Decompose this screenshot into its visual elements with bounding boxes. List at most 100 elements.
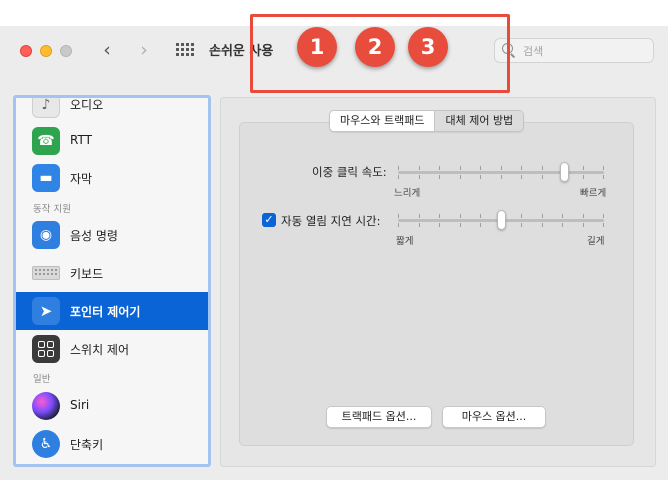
- double-click-speed-label: 이중 클릭 속도:: [312, 165, 387, 179]
- slider-tick: [439, 166, 440, 170]
- sidebar-item-shortcut[interactable]: ♿ 단축키: [16, 425, 208, 463]
- slider-tick: [542, 175, 543, 179]
- sidebar-item-label: 단축키: [70, 438, 104, 452]
- pointer-control-pane: 마우스와 트랙패드 대체 제어 방법 이중 클릭 속도: 느리게 빠르게 ✓ 자…: [220, 97, 656, 467]
- accessibility-window: ‹ › 손쉬운 사용 검색 1 2 3 ♪ 오디오 ☎ RTT ▬ 자막 동작 …: [0, 14, 668, 480]
- slider-tick: [398, 223, 399, 227]
- slider-min-label: 느리게: [394, 188, 421, 199]
- sidebar-item-label: 포인터 제어기: [70, 305, 141, 319]
- sidebar-item-rtt[interactable]: ☎ RTT: [16, 122, 208, 160]
- sidebar-item-label: 키보드: [70, 267, 104, 281]
- sidebar-item-switch-control[interactable]: 스위치 제어: [16, 330, 208, 368]
- slider-tick: [521, 214, 522, 218]
- sidebar-section-general: 일반: [33, 374, 51, 385]
- sidebar-item-label: RTT: [70, 133, 92, 147]
- forward-button[interactable]: ›: [133, 39, 155, 63]
- slider-knob[interactable]: [560, 162, 569, 182]
- slider-tick: [439, 214, 440, 218]
- sidebar-item-voice-control[interactable]: ◉ 음성 명령: [16, 216, 208, 254]
- annotation-badge-3: 3: [408, 27, 448, 67]
- chevron-right-icon: ›: [140, 39, 148, 61]
- slider-tick: [521, 175, 522, 179]
- slider-tick: [542, 214, 543, 218]
- sidebar-item-label: 자막: [70, 172, 93, 186]
- slider-tick: [419, 223, 420, 227]
- spring-loading-delay-slider[interactable]: [398, 210, 604, 230]
- speaker-icon: ♪: [32, 98, 60, 118]
- annotation-badge-1: 1: [297, 27, 337, 67]
- mouse-options-button[interactable]: 마우스 옵션...: [442, 406, 546, 428]
- slider-tick: [603, 175, 604, 179]
- slider-tick: [419, 214, 420, 218]
- slider-tick: [460, 214, 461, 218]
- sidebar-item-audio[interactable]: ♪ 오디오: [16, 98, 208, 123]
- slider-tick: [562, 214, 563, 218]
- slider-tick: [501, 175, 502, 179]
- double-click-speed-slider[interactable]: [398, 162, 604, 182]
- slider-tick: [480, 223, 481, 227]
- spring-loading-delay-label: 자동 열림 지연 시간:: [281, 214, 381, 228]
- captions-icon: ▬: [32, 164, 60, 192]
- sidebar-item-label: 스위치 제어: [70, 343, 130, 357]
- slider-tick: [480, 166, 481, 170]
- sidebar-section-motor: 동작 지원: [33, 204, 71, 215]
- tab-bar: 마우스와 트랙패드 대체 제어 방법: [329, 110, 525, 132]
- sidebar-item-label: Siri: [70, 398, 90, 412]
- settings-box: 이중 클릭 속도: 느리게 빠르게 ✓ 자동 열림 지연 시간: 짧게 길게 트…: [239, 122, 634, 446]
- tab-alternate-control[interactable]: 대체 제어 방법: [434, 111, 524, 131]
- sidebar[interactable]: ♪ 오디오 ☎ RTT ▬ 자막 동작 지원 ◉ 음성 명령 키보드 ➤ 포인터…: [13, 95, 211, 467]
- slider-tick: [501, 166, 502, 170]
- back-button[interactable]: ‹: [96, 39, 118, 63]
- slider-tick: [480, 214, 481, 218]
- annotation-badge-2: 2: [355, 27, 395, 67]
- slider-min-label: 짧게: [396, 236, 414, 247]
- slider-tick: [460, 166, 461, 170]
- tab-mouse-trackpad[interactable]: 마우스와 트랙패드: [330, 111, 435, 131]
- slider-tick: [603, 166, 604, 170]
- slider-tick: [398, 175, 399, 179]
- keyboard-icon: [32, 259, 60, 287]
- title-bar: ‹ › 손쉬운 사용 검색 1 2 3: [0, 14, 668, 93]
- slider-tick: [460, 223, 461, 227]
- checkmark-icon: ✓: [264, 213, 274, 226]
- slider-tick: [583, 223, 584, 227]
- slider-tick: [583, 166, 584, 170]
- sidebar-item-keyboard[interactable]: 키보드: [16, 254, 208, 292]
- search-field[interactable]: 검색: [494, 38, 654, 63]
- annotation-box: 1 2 3: [250, 14, 510, 93]
- sidebar-item-label: 오디오: [70, 98, 104, 112]
- slider-tick: [419, 175, 420, 179]
- search-placeholder: 검색: [523, 45, 544, 58]
- minimize-window-button[interactable]: [40, 45, 52, 57]
- show-all-grid-icon[interactable]: [176, 43, 194, 57]
- slider-tick: [439, 223, 440, 227]
- slider-tick: [542, 166, 543, 170]
- slider-max-label: 길게: [587, 236, 605, 247]
- slider-tick: [603, 223, 604, 227]
- slider-tick: [521, 166, 522, 170]
- slider-tick: [583, 175, 584, 179]
- slider-tick: [603, 214, 604, 218]
- close-window-button[interactable]: [20, 45, 32, 57]
- trackpad-options-button[interactable]: 트랙패드 옵션...: [326, 406, 432, 428]
- sidebar-item-siri[interactable]: Siri: [16, 387, 208, 425]
- slider-tick: [480, 175, 481, 179]
- sidebar-item-label: 음성 명령: [70, 229, 118, 243]
- slider-knob[interactable]: [497, 210, 506, 230]
- switch-control-icon: [32, 335, 60, 363]
- siri-icon: [32, 392, 60, 420]
- accessibility-shortcut-icon: ♿: [32, 430, 60, 458]
- chevron-left-icon: ‹: [103, 39, 111, 61]
- slider-tick: [460, 175, 461, 179]
- slider-tick: [542, 223, 543, 227]
- sidebar-item-captions[interactable]: ▬ 자막: [16, 159, 208, 197]
- voice-control-icon: ◉: [32, 221, 60, 249]
- slider-tick: [398, 214, 399, 218]
- zoom-window-button[interactable]: [60, 45, 72, 57]
- slider-tick: [419, 166, 420, 170]
- slider-tick: [583, 214, 584, 218]
- slider-tick: [439, 175, 440, 179]
- slider-tick: [398, 166, 399, 170]
- sidebar-item-pointer-control[interactable]: ➤ 포인터 제어기: [16, 292, 208, 330]
- spring-loading-checkbox[interactable]: ✓: [262, 213, 276, 227]
